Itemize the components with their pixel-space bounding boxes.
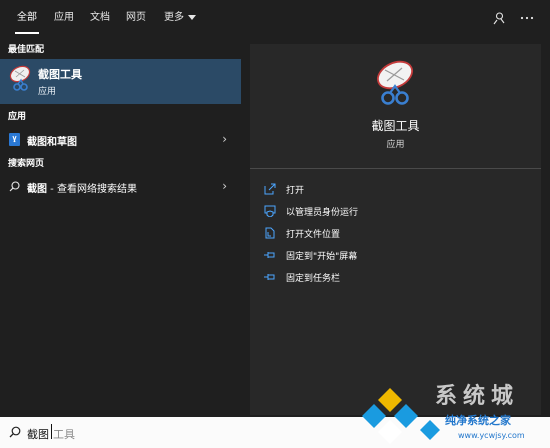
best-match-subtitle: 应用 xyxy=(38,87,57,97)
action-pin-to-taskbar-label: 固定到任务栏 xyxy=(286,274,341,284)
tab-web[interactable]: 网页 xyxy=(126,0,146,36)
results-list: 最佳匹配 截图工具 应用 应用 截图和草图 › 搜索网页 截图 - 查看网络搜索… xyxy=(0,36,241,415)
chevron-right-icon[interactable]: › xyxy=(222,179,227,193)
snip-sketch-icon xyxy=(9,133,20,146)
tab-more-label: 更多 xyxy=(164,12,184,23)
action-pin-to-taskbar[interactable]: 固定到任务栏 xyxy=(264,269,524,287)
watermark-url: www.ycwjsy.com xyxy=(458,431,525,440)
pin-icon xyxy=(264,274,275,280)
watermark-text: 系统城 xyxy=(435,384,520,409)
admin-shield-icon xyxy=(264,205,276,217)
more-options-icon[interactable] xyxy=(517,8,537,28)
apps-header: 应用 xyxy=(8,112,27,122)
action-open[interactable]: 打开 xyxy=(264,181,524,199)
pin-icon xyxy=(264,252,275,258)
action-pin-to-start-label: 固定到"开始"屏幕 xyxy=(286,252,358,262)
tab-documents[interactable]: 文档 xyxy=(90,0,110,36)
search-web-header: 搜索网页 xyxy=(8,159,45,169)
divider xyxy=(250,168,541,169)
search-icon xyxy=(9,181,20,192)
snipping-tool-icon xyxy=(9,65,31,91)
app-result-snip-sketch[interactable]: 截图和草图 › xyxy=(0,128,241,152)
detail-app-title: 截图工具 xyxy=(371,119,420,133)
search-tabs-bar: 全部 应用 文档 网页 更多 xyxy=(0,0,550,36)
search-icon xyxy=(9,426,21,438)
action-run-as-admin-label: 以管理员身份运行 xyxy=(286,208,359,218)
open-icon xyxy=(264,183,276,195)
action-open-label: 打开 xyxy=(286,186,305,196)
app-result-label: 截图和草图 xyxy=(27,137,77,148)
action-pin-to-start[interactable]: 固定到"开始"屏幕 xyxy=(264,247,524,265)
tab-more[interactable]: 更多 xyxy=(164,0,196,36)
action-open-file-location[interactable]: 打开文件位置 xyxy=(264,225,524,243)
web-result-label: 截图 - 查看网络搜索结果 xyxy=(27,184,137,195)
text-cursor xyxy=(51,424,52,439)
search-suggestion: 工具 xyxy=(53,428,75,441)
file-location-icon xyxy=(265,227,275,239)
feedback-icon[interactable] xyxy=(489,8,509,28)
tab-apps[interactable]: 应用 xyxy=(54,0,74,36)
action-run-as-admin[interactable]: 以管理员身份运行 xyxy=(264,203,524,221)
detail-pane: 截图工具 应用 打开 以管理员身份运行 打开文件位置 固定到"开始"屏幕 固定到… xyxy=(250,44,541,415)
snipping-tool-large-icon xyxy=(377,60,413,105)
best-match-header: 最佳匹配 xyxy=(8,45,45,55)
detail-app-type: 应用 xyxy=(386,140,405,150)
best-match-item[interactable]: 截图工具 应用 xyxy=(0,59,241,104)
chevron-right-icon[interactable]: › xyxy=(222,132,227,146)
search-query[interactable]: 截图 xyxy=(27,426,49,442)
tab-all[interactable]: 全部 xyxy=(15,0,39,36)
watermark-subtitle: 纯净系统之家 xyxy=(445,414,511,427)
best-match-title: 截图工具 xyxy=(38,68,82,81)
web-result-item[interactable]: 截图 - 查看网络搜索结果 › xyxy=(0,175,241,199)
chevron-down-icon xyxy=(188,14,196,20)
action-open-file-location-label: 打开文件位置 xyxy=(286,230,341,240)
